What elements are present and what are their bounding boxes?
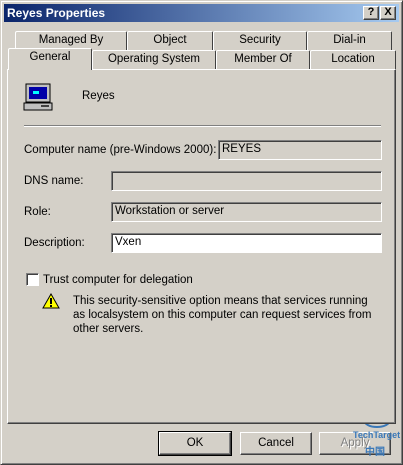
tab-label: Security <box>239 34 281 46</box>
tab-label: Location <box>331 53 375 65</box>
computer-display-name: Reyes <box>82 90 115 102</box>
description-input[interactable]: Vxen <box>111 233 382 253</box>
tab-label: Operating System <box>107 53 201 65</box>
watermark-brand: TechTarget <box>353 430 401 440</box>
role-value: Workstation or server <box>115 205 225 217</box>
computer-name-label: Computer name (pre-Windows 2000): <box>24 144 217 156</box>
tab-label: Dial-in <box>333 34 366 46</box>
properties-dialog: Reyes Properties ? X Managed By Object S… <box>0 0 403 465</box>
warning-text: This security-sensitive option means tha… <box>73 295 372 335</box>
cancel-button[interactable]: Cancel <box>240 432 312 455</box>
cancel-label: Cancel <box>258 437 294 449</box>
tab-label: Object <box>153 34 187 46</box>
tab-security[interactable]: Security <box>213 31 307 50</box>
close-icon: X <box>384 6 392 18</box>
computer-name-field: REYES <box>218 140 382 160</box>
trust-delegation-label[interactable]: Trust computer for delegation <box>43 274 193 286</box>
tab-dial-in[interactable]: Dial-in <box>307 31 392 50</box>
tab-label: Member Of <box>234 53 292 65</box>
tab-object[interactable]: Object <box>127 31 213 50</box>
close-button[interactable]: X <box>380 6 396 20</box>
help-icon: ? <box>367 6 375 18</box>
help-button[interactable]: ? <box>363 6 379 20</box>
title-bar[interactable]: Reyes Properties ? X <box>4 4 399 22</box>
warning-icon <box>42 293 60 309</box>
description-value: Vxen <box>115 236 142 248</box>
tab-member-of[interactable]: Member Of <box>216 50 310 69</box>
tab-panel-general: Reyes Computer name (pre-Windows 2000): … <box>7 69 396 424</box>
role-field: Workstation or server <box>111 202 382 222</box>
ok-label: OK <box>186 437 204 449</box>
tab-operating-system[interactable]: Operating System <box>92 50 216 69</box>
computer-name-value: REYES <box>222 143 261 155</box>
ok-button[interactable]: OK <box>158 431 232 456</box>
tab-label: General <box>29 51 71 63</box>
tab-general[interactable]: General <box>8 48 92 70</box>
watermark-sub: 中国 <box>365 447 385 458</box>
dns-name-field <box>111 171 382 191</box>
trust-delegation-checkbox[interactable] <box>26 273 39 286</box>
tab-label: Managed By <box>38 34 104 46</box>
role-label: Role: <box>24 206 51 218</box>
description-label: Description: <box>24 237 85 249</box>
separator <box>24 125 381 127</box>
computer-icon <box>23 83 53 111</box>
window-title: Reyes Properties <box>7 6 106 20</box>
tab-location[interactable]: Location <box>310 50 396 69</box>
dns-name-label: DNS name: <box>24 175 84 187</box>
